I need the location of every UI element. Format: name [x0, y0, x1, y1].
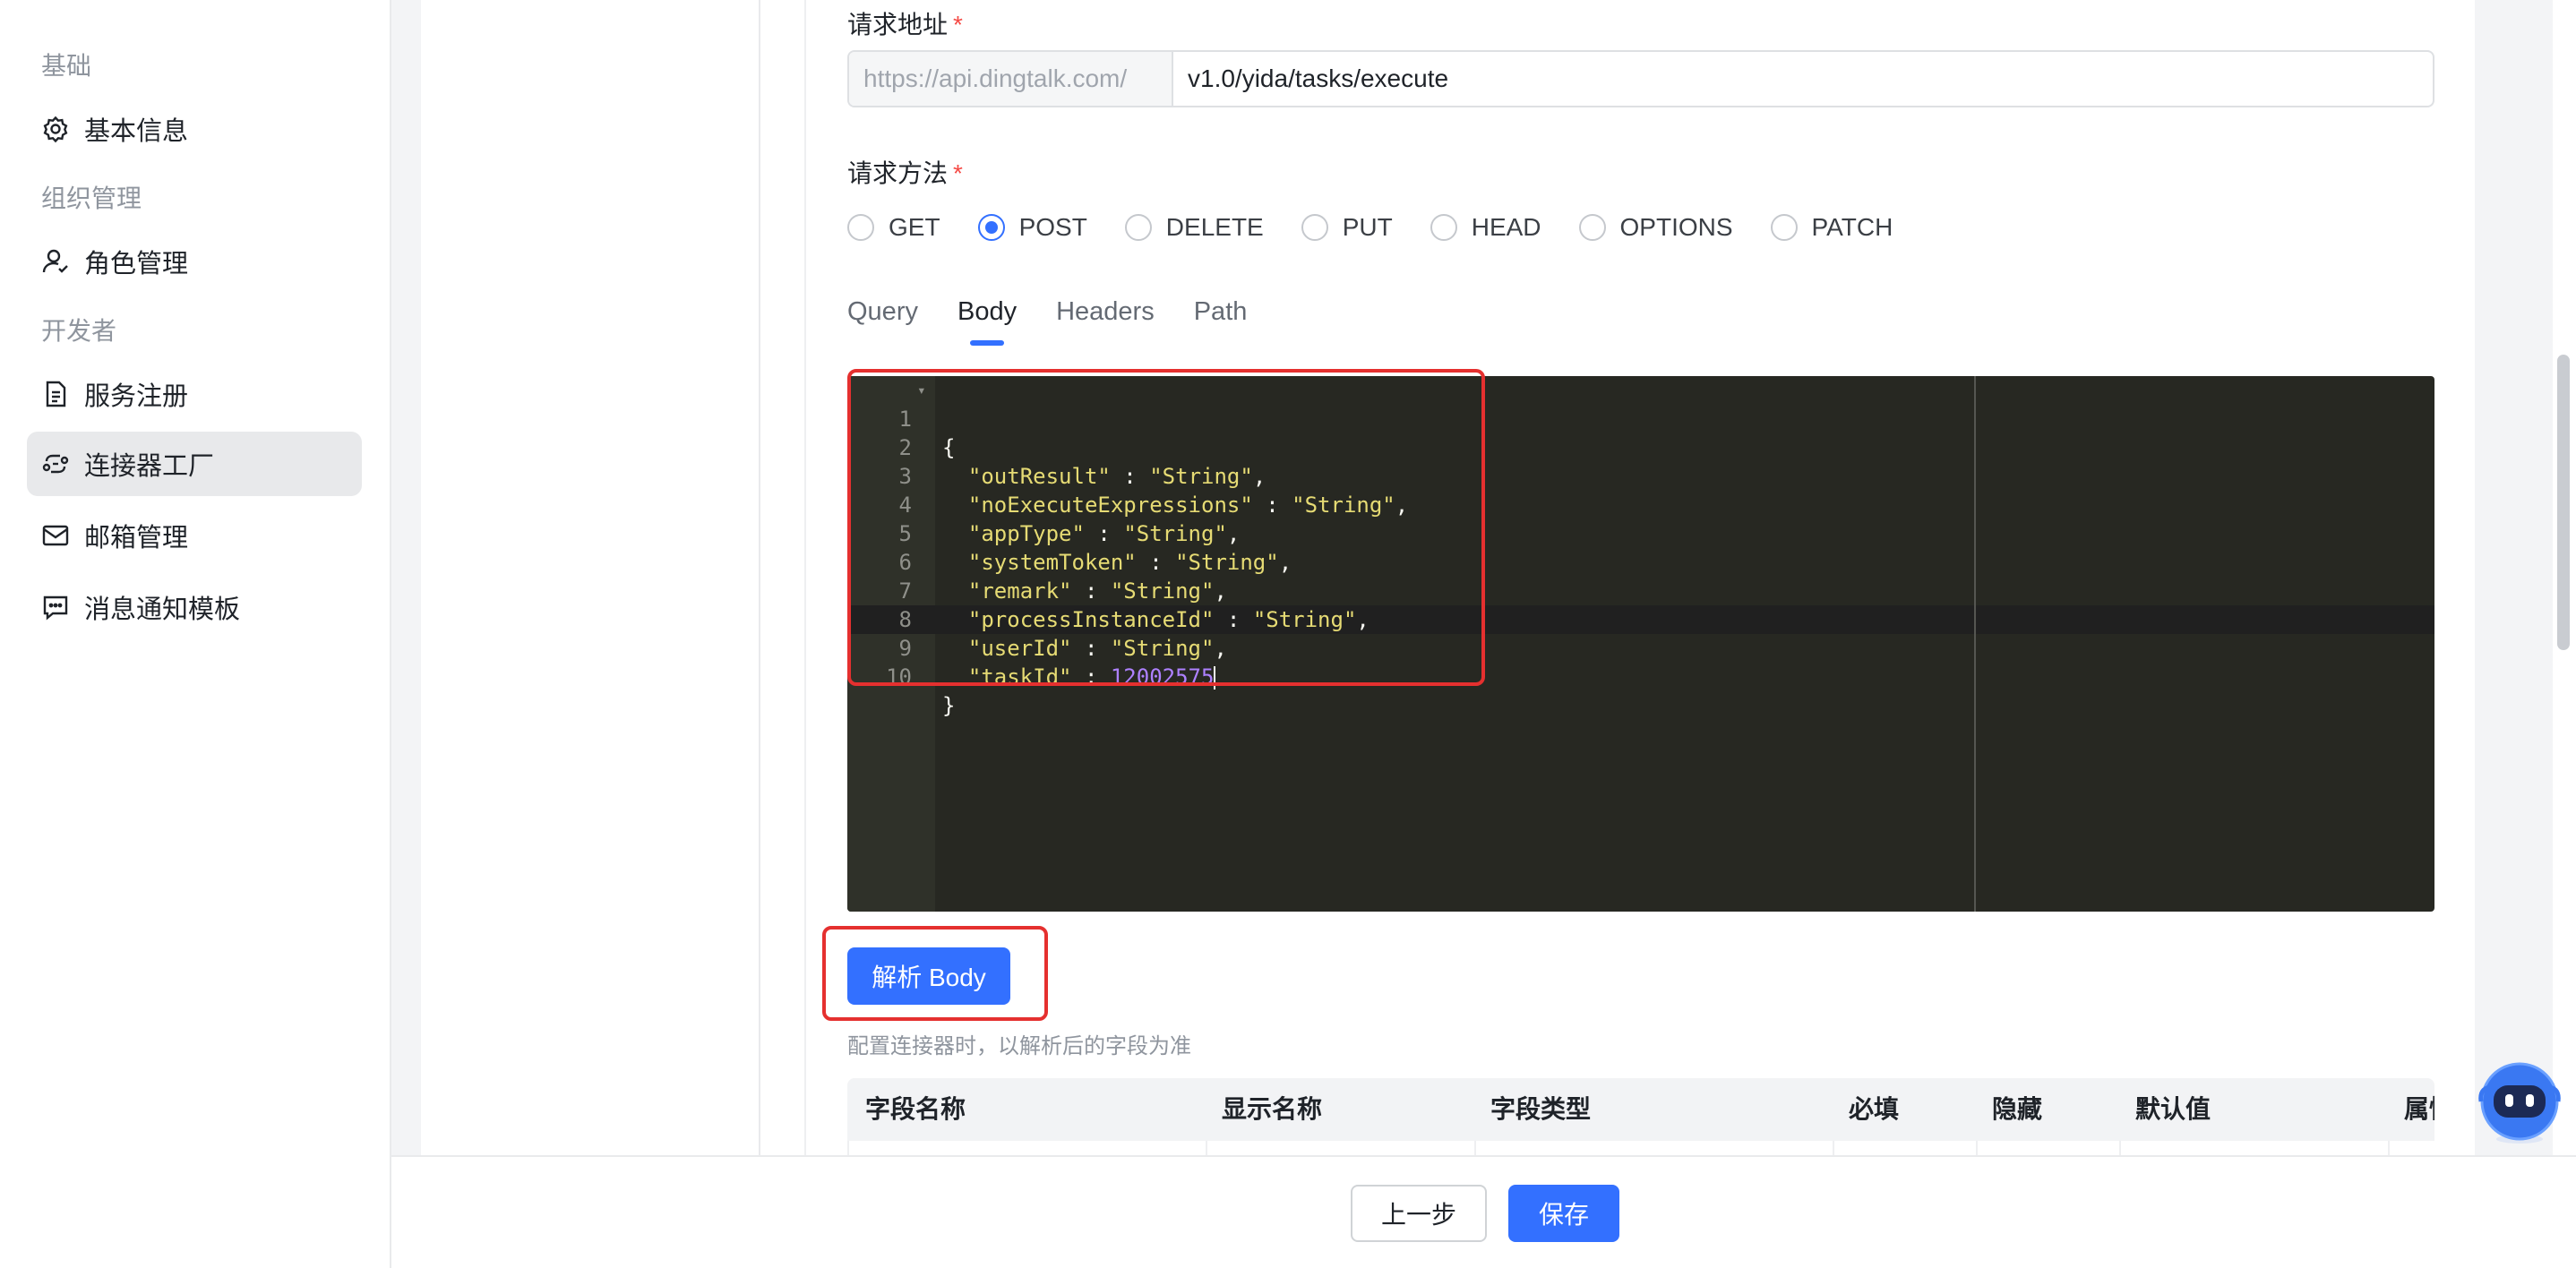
- previous-step-button[interactable]: 上一步: [1351, 1185, 1487, 1242]
- gear-icon: [43, 116, 68, 143]
- parse-body-button[interactable]: 解析 Body: [847, 947, 1010, 1005]
- sidebar-item-mailbox[interactable]: 邮箱管理: [27, 503, 362, 568]
- column-header-field-name: 字段名称: [865, 1095, 966, 1123]
- tab-path[interactable]: Path: [1194, 297, 1248, 346]
- sidebar: 基础 基本信息 组织管理 角色管理 开发者 服务注册 连接器工厂 邮箱管理 消息…: [0, 0, 391, 1268]
- column-header-attributes: 属性: [2404, 1095, 2434, 1123]
- table-column-divider: [1474, 1141, 1476, 1155]
- column-header-required: 必填: [1849, 1095, 1900, 1123]
- parse-hint-text: 配置连接器时，以解析后的字段为准: [847, 1034, 1191, 1058]
- table-row: [847, 1141, 2434, 1155]
- radio-circle: [1430, 214, 1457, 241]
- table-column-divider: [2388, 1141, 2390, 1155]
- user-role-icon: [42, 249, 68, 273]
- radio-circle: [1578, 214, 1606, 241]
- radio-delete[interactable]: DELETE: [1124, 213, 1264, 242]
- radio-circle: [977, 214, 1005, 241]
- code-text: }: [942, 693, 956, 718]
- radio-circle: [1770, 214, 1798, 241]
- radio-patch[interactable]: PATCH: [1770, 213, 1893, 242]
- table-column-divider: [1976, 1141, 1978, 1155]
- sidebar-group-org: 组织管理: [41, 184, 142, 212]
- column-divider: [759, 0, 760, 1155]
- url-prefix: https://api.dingtalk.com/: [849, 52, 1173, 106]
- page-scrollbar-thumb[interactable]: [2557, 355, 2570, 650]
- required-mark: *: [953, 159, 963, 187]
- column-header-hidden: 隐藏: [1992, 1095, 2043, 1123]
- radio-head[interactable]: HEAD: [1430, 213, 1541, 242]
- radio-circle: [1301, 214, 1328, 241]
- sidebar-item-basic-info[interactable]: 基本信息: [27, 97, 362, 161]
- message-icon: [43, 595, 68, 621]
- required-mark: *: [953, 11, 963, 39]
- sidebar-item-label: 服务注册: [84, 382, 189, 411]
- radio-label: OPTIONS: [1619, 213, 1733, 241]
- radio-circle: [1124, 214, 1152, 241]
- radio-options[interactable]: OPTIONS: [1578, 213, 1733, 242]
- sidebar-item-label: 基本信息: [84, 117, 189, 146]
- sidebar-item-role-management[interactable]: 角色管理: [27, 229, 362, 294]
- sidebar-group-developer: 开发者: [41, 317, 117, 345]
- sidebar-item-service-registry[interactable]: 服务注册: [27, 362, 362, 426]
- radio-circle: [847, 214, 874, 241]
- radio-get[interactable]: GET: [847, 213, 940, 242]
- request-url-label-text: 请求地址: [847, 11, 949, 39]
- tab-query[interactable]: Query: [847, 297, 918, 346]
- connector-icon: [42, 454, 69, 474]
- sidebar-item-label: 邮箱管理: [84, 524, 189, 553]
- request-method-label: 请求方法 *: [847, 154, 963, 190]
- radio-label: PATCH: [1811, 213, 1893, 241]
- sidebar-group-basic: 基础: [41, 52, 92, 80]
- request-method-label-text: 请求方法: [847, 159, 949, 187]
- document-icon: [46, 381, 66, 407]
- sidebar-item-label: 消息通知模板: [84, 595, 241, 624]
- save-button[interactable]: 保存: [1508, 1185, 1619, 1242]
- radio-label: HEAD: [1471, 213, 1541, 241]
- tab-headers[interactable]: Headers: [1056, 297, 1155, 346]
- sidebar-item-label: 角色管理: [84, 250, 189, 278]
- radio-label: PUT: [1342, 213, 1393, 241]
- table-column-divider: [1206, 1141, 1207, 1155]
- radio-label: GET: [889, 213, 940, 241]
- ai-assistant-bot-icon[interactable]: [2477, 1062, 2562, 1146]
- radio-label: POST: [1018, 213, 1087, 241]
- table-column-divider: [1833, 1141, 1834, 1155]
- table-column-divider: [2119, 1141, 2121, 1155]
- column-header-display-name: 显示名称: [1222, 1095, 1323, 1123]
- radio-post[interactable]: POST: [977, 213, 1087, 242]
- sidebar-item-message-template[interactable]: 消息通知模板: [27, 575, 362, 639]
- method-radio-group: GET POST DELETE PUT HEAD OPTIONS PATCH: [847, 208, 1930, 247]
- param-tabs: Query Body Headers Path: [847, 297, 1286, 346]
- column-header-field-type: 字段类型: [1490, 1095, 1592, 1123]
- sidebar-item-connector-factory[interactable]: 连接器工厂: [27, 432, 362, 496]
- radio-put[interactable]: PUT: [1301, 213, 1393, 242]
- fields-table-header: 字段名称 显示名称 字段类型 必填 隐藏 默认值 属性: [847, 1078, 2434, 1141]
- radio-label: DELETE: [1165, 213, 1264, 241]
- request-url-field[interactable]: https://api.dingtalk.com/ v1.0/yida/task…: [847, 50, 2434, 107]
- highlight-box-json: [847, 369, 1485, 686]
- tab-body[interactable]: Body: [957, 297, 1017, 346]
- request-url-label: 请求地址 *: [847, 5, 963, 41]
- mail-icon: [42, 525, 69, 546]
- url-input[interactable]: v1.0/yida/tasks/execute: [1173, 52, 2433, 106]
- column-header-default-value: 默认值: [2135, 1095, 2211, 1123]
- sidebar-item-label: 连接器工厂: [84, 452, 215, 481]
